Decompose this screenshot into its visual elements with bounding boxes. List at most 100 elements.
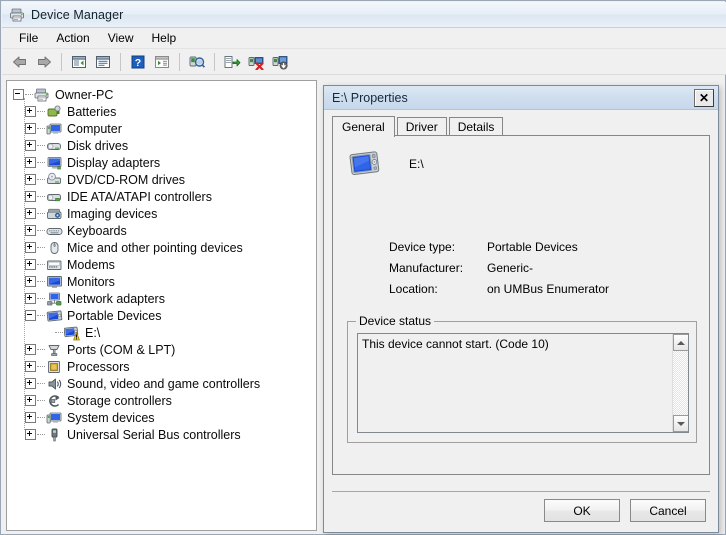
close-icon[interactable]: ✕ — [694, 88, 714, 107]
tree-item-monitors[interactable]: Monitors — [13, 273, 316, 290]
portable-device-icon — [46, 308, 63, 324]
info-label: Device type: — [389, 239, 456, 254]
device-header: E:\ — [349, 148, 424, 180]
tree-item-sound-video-and-game-controllers[interactable]: Sound, video and game controllers — [13, 375, 316, 392]
tree-connector — [37, 263, 45, 266]
expand-toggle-icon[interactable] — [25, 361, 36, 372]
info-label: Location: — [389, 281, 438, 296]
tree-connector — [37, 178, 45, 181]
tree-connector — [37, 433, 45, 436]
tree-item-display-adapters[interactable]: Display adapters — [13, 154, 316, 171]
tab-details[interactable]: Details — [448, 117, 504, 136]
ok-button[interactable]: OK — [544, 499, 620, 522]
help-icon[interactable]: ? — [126, 51, 149, 73]
tree-item-universal-serial-bus-controllers[interactable]: Universal Serial Bus controllers — [13, 426, 316, 443]
tree-item-ide-ata-atapi-controllers[interactable]: IDE ATA/ATAPI controllers — [13, 188, 316, 205]
uninstall-device-icon[interactable] — [244, 51, 267, 73]
properties-icon[interactable] — [91, 51, 114, 73]
menu-view[interactable]: View — [99, 29, 143, 47]
tree-item-keyboards[interactable]: Keyboards — [13, 222, 316, 239]
tree-item-owner-pc[interactable]: Owner-PC — [13, 86, 316, 103]
portable-device-warning-icon — [63, 325, 81, 341]
processor-icon — [46, 359, 63, 375]
tree-item-network-adapters[interactable]: Network adapters — [13, 290, 316, 307]
tab-general[interactable]: General — [332, 116, 395, 137]
expand-toggle-icon[interactable] — [25, 106, 36, 117]
back-icon[interactable] — [8, 51, 31, 73]
dialog-titlebar: E:\ Properties ✕ — [324, 86, 718, 110]
usb-controller-icon — [46, 427, 63, 443]
tree-item-storage-controllers[interactable]: Storage controllers — [13, 392, 316, 409]
monitor-icon — [46, 274, 63, 290]
tree-item-computer[interactable]: Computer — [13, 120, 316, 137]
update-driver-icon[interactable] — [220, 51, 243, 73]
cancel-button[interactable]: Cancel — [630, 499, 706, 522]
expand-toggle-icon[interactable] — [25, 429, 36, 440]
status-scrollbar[interactable] — [672, 334, 688, 432]
expand-toggle-icon[interactable] — [25, 208, 36, 219]
info-label: Manufacturer: — [389, 260, 464, 275]
tree-item-processors[interactable]: Processors — [13, 358, 316, 375]
expand-toggle-icon[interactable] — [25, 310, 36, 321]
tree-item-batteries[interactable]: Batteries — [13, 103, 316, 120]
tree-connector — [25, 93, 33, 96]
expand-toggle-icon[interactable] — [25, 157, 36, 168]
scroll-down-icon[interactable] — [673, 415, 688, 432]
tree-connector — [55, 331, 63, 334]
collapse-toggle-root[interactable] — [13, 89, 24, 100]
dialog-tabs: General Driver Details — [332, 116, 710, 137]
tree-connector — [37, 399, 45, 402]
expand-toggle-icon[interactable] — [25, 276, 36, 287]
forward-icon[interactable] — [32, 51, 55, 73]
expand-toggle-icon[interactable] — [25, 344, 36, 355]
expand-toggle-icon[interactable] — [25, 191, 36, 202]
tree-item-e[interactable]: E:\ — [13, 324, 316, 341]
expand-toggle-icon[interactable] — [25, 378, 36, 389]
portable-device-icon — [349, 148, 383, 180]
menu-action[interactable]: Action — [47, 29, 98, 47]
menu-help[interactable]: Help — [143, 29, 186, 47]
display-adapter-icon — [46, 155, 63, 171]
tree-item-ports-com-lpt[interactable]: Ports (COM & LPT) — [13, 341, 316, 358]
expand-toggle-icon[interactable] — [25, 395, 36, 406]
device-tree-panel[interactable]: Owner-PC Batteries Computer Disk drives Dis… — [6, 80, 317, 531]
scan-hardware-changes-icon[interactable] — [185, 51, 208, 73]
tree-item-system-devices[interactable]: System devices — [13, 409, 316, 426]
tree-item-label: E:\ — [85, 325, 101, 340]
device-status-legend: Device status — [356, 314, 435, 328]
tree-item-imaging-devices[interactable]: Imaging devices — [13, 205, 316, 222]
expand-toggle-icon[interactable] — [25, 259, 36, 270]
tab-driver[interactable]: Driver — [396, 117, 447, 136]
tree-item-label: Batteries — [67, 104, 117, 119]
tree-item-mice-and-other-pointing-devices[interactable]: Mice and other pointing devices — [13, 239, 316, 256]
tree-item-modems[interactable]: Modems — [13, 256, 316, 273]
expand-toggle-icon[interactable] — [25, 293, 36, 304]
toolbar-separator — [120, 52, 121, 71]
dvd-drive-icon — [46, 172, 63, 188]
tree-connector — [37, 127, 45, 130]
tree-item-label: Display adapters — [67, 155, 161, 170]
disable-device-icon[interactable] — [268, 51, 291, 73]
scroll-up-icon[interactable] — [673, 334, 688, 351]
tree-item-label: Network adapters — [67, 291, 165, 306]
tree-item-portable-devices[interactable]: Portable Devices — [13, 307, 316, 324]
expand-toggle-icon[interactable] — [25, 140, 36, 151]
device-status-box[interactable]: This device cannot start. (Code 10) — [357, 333, 689, 433]
expand-toggle-icon[interactable] — [25, 242, 36, 253]
menu-file[interactable]: File — [10, 29, 47, 47]
device-name: E:\ — [409, 157, 424, 171]
tree-item-disk-drives[interactable]: Disk drives — [13, 137, 316, 154]
tree-item-label: Disk drives — [67, 138, 129, 153]
show-details-icon[interactable] — [150, 51, 173, 73]
tree-item-dvd-cd-rom-drives[interactable]: DVD/CD-ROM drives — [13, 171, 316, 188]
expand-toggle-icon[interactable] — [25, 174, 36, 185]
window-titlebar: Device Manager — [2, 2, 726, 28]
show-tree-icon[interactable] — [67, 51, 90, 73]
tree-item-label: DVD/CD-ROM drives — [67, 172, 186, 187]
tree-item-label: Modems — [67, 257, 115, 272]
tree-item-label: IDE ATA/ATAPI controllers — [67, 189, 212, 204]
tab-page-general: E:\ Device type: Portable Devices Manufa… — [332, 135, 710, 475]
expand-toggle-icon[interactable] — [25, 225, 36, 236]
expand-toggle-icon[interactable] — [25, 412, 36, 423]
expand-toggle-icon[interactable] — [25, 123, 36, 134]
